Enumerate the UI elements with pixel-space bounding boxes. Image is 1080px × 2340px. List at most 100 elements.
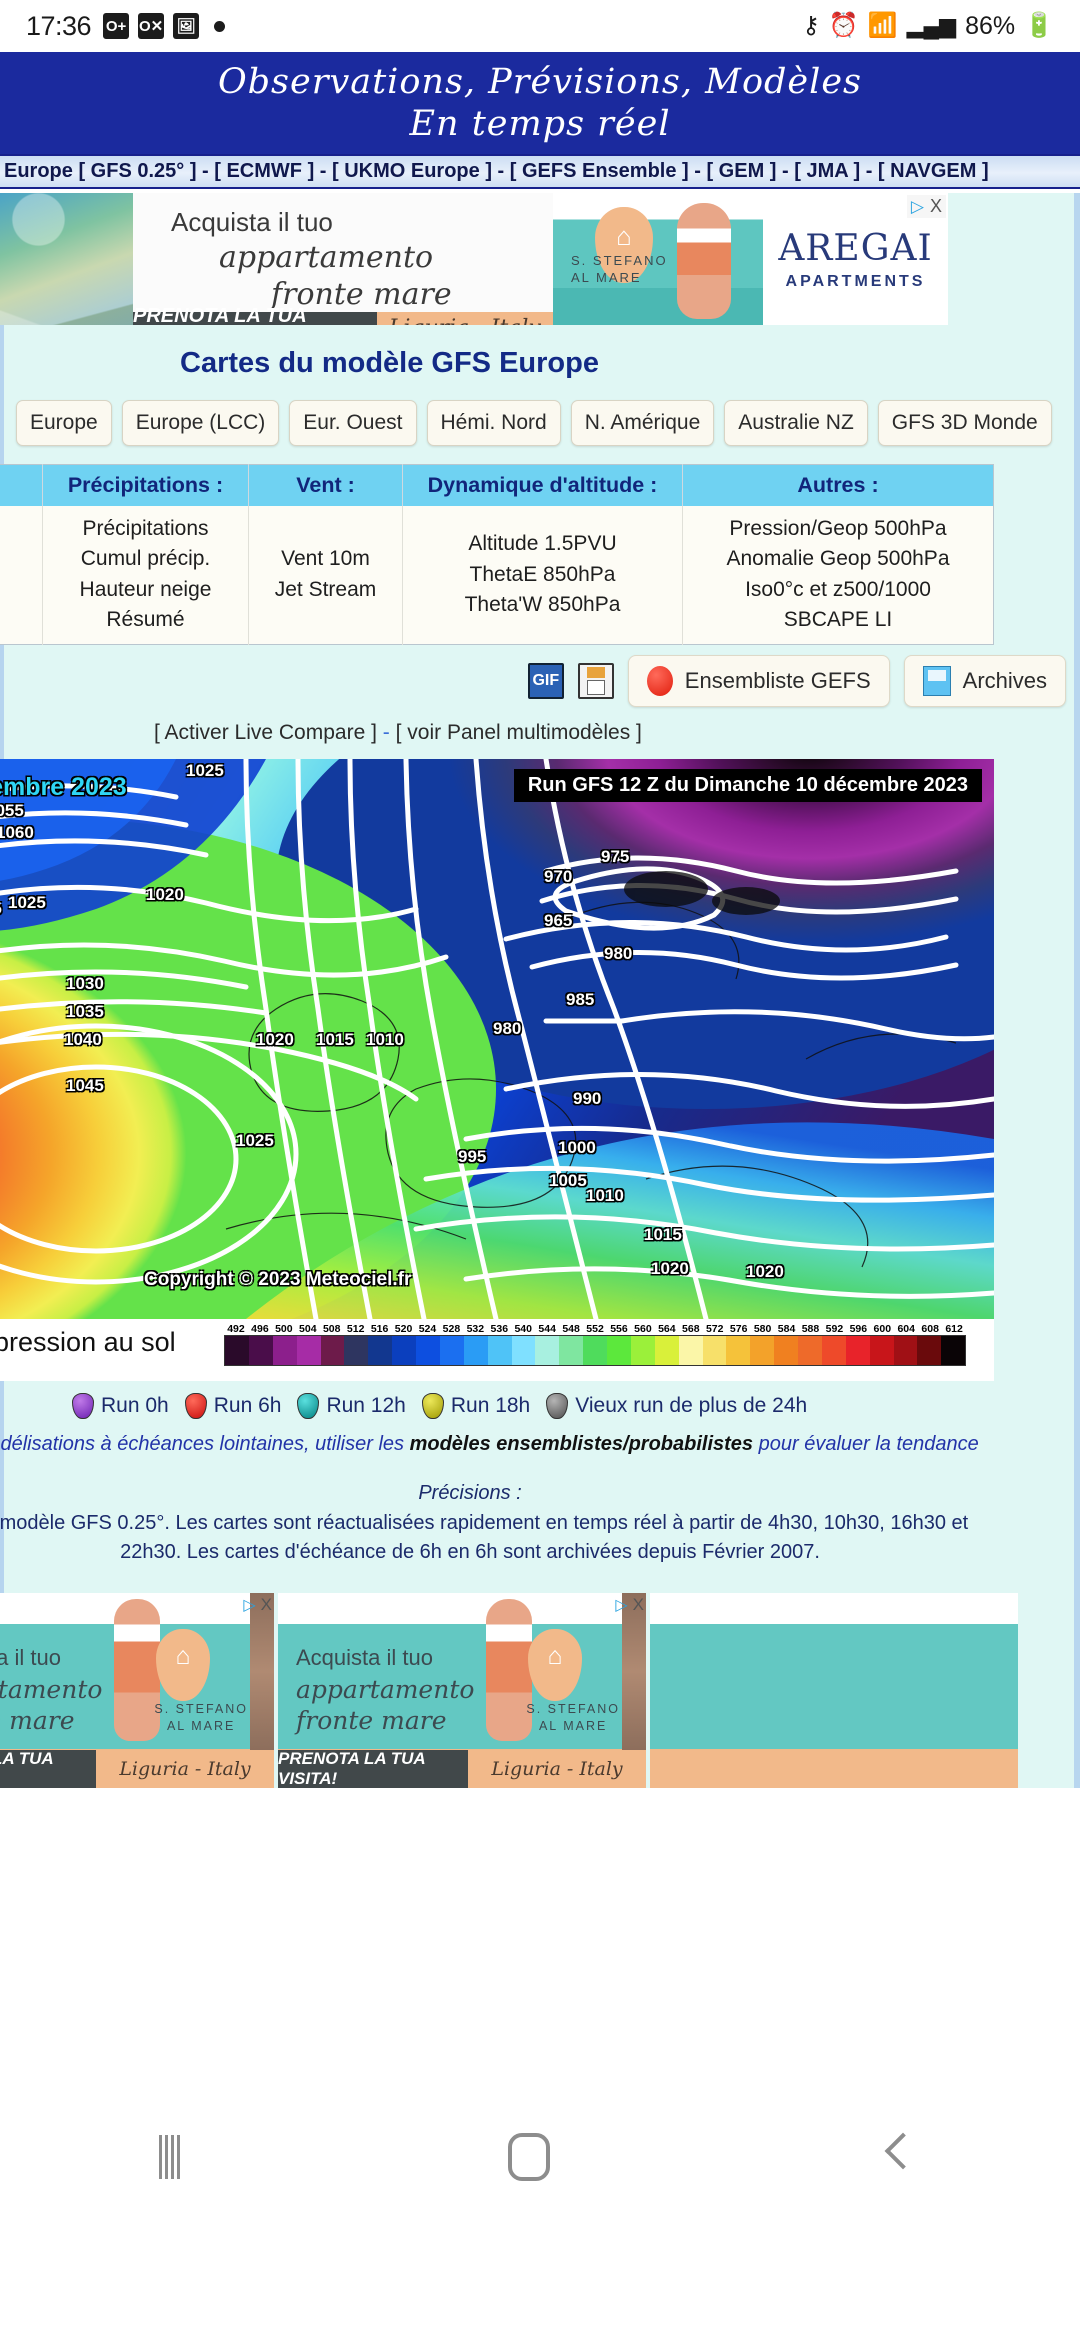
tab-gfs-3d-monde[interactable]: GFS 3D Monde [877, 400, 1052, 446]
isobar-label: 1040 [64, 1029, 102, 1049]
tab-eur-ouest[interactable]: Eur. Ouest [289, 400, 417, 446]
close-icon[interactable]: X [633, 1595, 644, 1615]
param-link[interactable]: Anomalie Geop 500hPa [689, 544, 987, 574]
isobar-label: 985 [566, 989, 595, 1009]
isobar-label: 1055 [0, 800, 24, 820]
color-scale-swatch [821, 1335, 846, 1365]
advertisement-bottom-2[interactable]: Acquista il tuo appartamento fronte mare… [278, 1592, 646, 1788]
adchoices-icon[interactable]: ▷ [243, 1595, 255, 1615]
legend-item-run-12h[interactable]: Run 12h [297, 1392, 406, 1419]
close-icon[interactable]: X [930, 196, 942, 217]
weather-map[interactable]: décembre 2023 cale Run GFS 12 Z du Diman… [0, 758, 994, 1319]
ad-bottom-bar: PRENOTA LA TUA VISITA! Liguria - Italy [278, 1749, 646, 1788]
isobar-label: 970 [544, 866, 573, 886]
isobar-label: 975 [601, 846, 630, 866]
save-icon[interactable] [577, 662, 614, 699]
model-nav-links[interactable]: Europe [ GFS 0.25° ] - [ ECMWF ] - [ UKM… [4, 160, 989, 183]
run-bulb-icon [72, 1392, 94, 1419]
ad-headline-2: appartamento [296, 1674, 475, 1704]
color-scale-swatch [463, 1335, 488, 1365]
back-icon[interactable] [886, 2135, 912, 2179]
ad-headline-1: Acquista il tuo [171, 207, 333, 237]
legend-item-run-0h[interactable]: Run 0h [72, 1392, 169, 1419]
advertisement-bottom-1[interactable]: Acquista il tuo appartamento fronte mare… [0, 1592, 274, 1788]
isobar-label: 1005 [549, 1170, 587, 1190]
run-bulb-icon [546, 1392, 569, 1419]
param-link[interactable]: Jet Stream [255, 575, 396, 605]
param-link[interactable]: Pression/Geop 500hPa [689, 514, 987, 544]
scrollbar[interactable] [1074, 193, 1080, 1788]
tab-n-amerique[interactable]: N. Amérique [570, 400, 715, 446]
precisions-block: Précisions : du modèle GFS 0.25°. Les ca… [0, 1456, 994, 1567]
param-link[interactable]: Cumul précip. [49, 544, 242, 574]
tendency-note-bold[interactable]: modèles ensemblistes/probabilistes [410, 1433, 753, 1455]
param-link[interactable]: ThetaE 850hPa [409, 560, 676, 590]
param-col-precipitations-header: Précipitations : [42, 464, 249, 506]
isobar-label: 1015 [644, 1224, 682, 1244]
close-icon[interactable]: X [261, 1595, 272, 1615]
param-link[interactable]: Précipitations [49, 514, 242, 544]
legend-label: Run 0h [101, 1393, 169, 1417]
tab-europe-lcc[interactable]: Europe (LCC) [121, 400, 280, 446]
ad-controls[interactable]: ▷ X [906, 195, 946, 218]
param-link[interactable]: Résumé [49, 605, 242, 635]
color-scale-tick: 528 [442, 1322, 461, 1335]
param-link[interactable]: Hauteur neige [49, 575, 242, 605]
gif-export-icon[interactable]: GIF [527, 662, 564, 699]
color-scale: 492 496 500 504 508 512 516 520 524 528 532 536 540 5… [224, 1323, 966, 1366]
param-link[interactable]: Altitude 1.5PVU [409, 529, 676, 559]
isobar-label: 1030 [66, 973, 104, 993]
recent-apps-icon[interactable] [158, 2135, 180, 2179]
ad-controls[interactable]: ▷ X [615, 1595, 644, 1615]
ensembliste-gefs-button[interactable]: Ensembliste GEFS [627, 654, 890, 707]
isobar-label: 1020 [746, 1261, 784, 1281]
ad-location-line1: S. STEFANO [526, 1701, 620, 1716]
advertisement-top[interactable]: Acquista il tuo appartamento fronte mare… [0, 193, 948, 325]
color-scale-bar [224, 1334, 966, 1366]
status-clock: 17:36 [26, 10, 92, 41]
tab-hemi-nord[interactable]: Hémi. Nord [426, 400, 561, 446]
advertisement-bottom-3[interactable] [650, 1592, 1018, 1788]
param-link[interactable]: SBCAPE LI [689, 605, 987, 635]
color-scale-tick: 564 [658, 1322, 676, 1335]
color-scale-tick: 588 [801, 1322, 820, 1335]
battery-percent: 86% [965, 11, 1016, 40]
status-left-icons: O+ O✕ 🖼 [103, 13, 226, 39]
ad-headline-1: Acquista il tuo [296, 1644, 433, 1670]
activer-live-compare-link[interactable]: [ Activer Live Compare ] [154, 721, 377, 744]
color-scale-tick: 532 [466, 1322, 485, 1335]
panel-multimodeles-link[interactable]: [ voir Panel multimodèles ] [396, 721, 642, 744]
isobar-label: 965 [544, 910, 573, 930]
archives-button[interactable]: Archives [903, 654, 1066, 707]
color-scale-tick: 552 [586, 1322, 604, 1335]
diver-figure [677, 203, 731, 319]
param-link[interactable]: Vent 10m [255, 544, 396, 574]
legend-item-run-18h[interactable]: Run 18h [421, 1392, 530, 1419]
param-link[interactable]: Iso0°c et z500/1000 [689, 575, 987, 605]
tab-europe[interactable]: Europe [16, 400, 112, 446]
isobar-label: 1060 [0, 822, 34, 842]
ad-region-label: Liguria - Italy [376, 312, 554, 325]
color-scale-swatch [702, 1335, 727, 1365]
ad-cta-button[interactable]: PRENOTA LA TUA VISITA! [0, 1749, 96, 1788]
ad-side-photo [622, 1592, 646, 1750]
adchoices-icon[interactable]: ▷ [615, 1595, 627, 1615]
model-nav-bar[interactable]: Europe [ GFS 0.25° ] - [ ECMWF ] - [ UKM… [0, 154, 1080, 189]
legend-item-old-run[interactable]: Vieux run de plus de 24h [546, 1392, 807, 1419]
ad-controls[interactable]: ▷ X [243, 1595, 272, 1615]
ad-cta-button[interactable]: PRENOTA LA TUA VISITA! [278, 1749, 468, 1788]
ad-headline-1: Acquista il tuo [0, 1644, 61, 1670]
param-link[interactable]: Theta'W 850hPa [409, 590, 676, 620]
color-scale-tick: 492 [227, 1322, 245, 1335]
legend-item-run-6h[interactable]: Run 6h [184, 1392, 281, 1419]
isobar-label: 1025 [186, 760, 224, 780]
ad-text: Acquista il tuo appartamento fronte mare [296, 1645, 474, 1735]
color-scale-swatch [416, 1335, 440, 1365]
adchoices-icon[interactable]: ▷ [911, 197, 924, 217]
tab-australie-nz[interactable]: Australie NZ [724, 400, 868, 446]
color-scale-tick: 548 [562, 1322, 580, 1335]
ad-cta-button[interactable]: PRENOTA LA TUA VISITA! [133, 305, 377, 325]
home-icon[interactable] [508, 2133, 551, 2181]
color-scale-swatch [750, 1335, 775, 1365]
color-scale-tick: 604 [897, 1322, 915, 1335]
